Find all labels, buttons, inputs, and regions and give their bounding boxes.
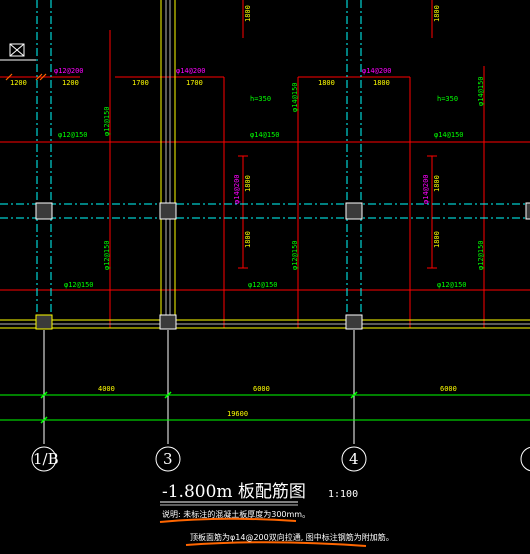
rebar-row1-c: φ14@150 — [434, 131, 464, 139]
rebar-vert-bot-1: φ12@150 — [103, 240, 111, 270]
cad-drawing — [0, 0, 530, 547]
dim-top-c: 1700 — [132, 79, 149, 87]
rebar-vert-top-1: φ12@150 — [103, 106, 111, 136]
dim-top-f: 1800 — [373, 79, 390, 87]
rebar-row1-b: φ14@150 — [250, 131, 280, 139]
rebar-top-1: φ12@200 — [54, 67, 84, 75]
rebar-vert-magenta-2: φ14@200 — [422, 174, 430, 204]
dim-vert-top-1: 1800 — [244, 5, 252, 22]
rebar-top-3: φ14@200 — [362, 67, 392, 75]
dim-top-a: 1200 — [10, 79, 27, 87]
drawing-canvas: 1200 1200 1700 1700 1800 1800 φ12@200 φ1… — [0, 0, 530, 554]
axis-bubbles — [31, 446, 530, 472]
wall-column — [0, 0, 530, 329]
rebar-vert-bot-3: φ12@150 — [477, 240, 485, 270]
rebar-vert-bot-2: φ12@150 — [291, 240, 299, 270]
drawing-note-1: 说明: 未标注的混凝土板厚度为300mm。 — [162, 510, 311, 519]
rebar-vert-top-2: φ14@150 — [291, 82, 299, 112]
thickness-label-1: h=350 — [250, 95, 272, 103]
red-rebar-lines — [0, 0, 530, 328]
dim-vert-top-2: 1800 — [433, 5, 441, 22]
span-dim-2: 6000 — [253, 385, 270, 393]
drawing-scale: 1:100 — [328, 489, 359, 500]
rebar-top-2: φ14@200 — [176, 67, 206, 75]
drawing-title: -1.800m 板配筋图 — [162, 482, 306, 502]
rebar-vert-magenta-1: φ14@200 — [233, 174, 241, 204]
dim-vert-bot-2: 1800 — [433, 231, 441, 248]
axis-lines — [43, 330, 355, 444]
dim-vert-mid-1: 1800 — [244, 175, 252, 192]
dim-vert-mid-2: 1800 — [433, 175, 441, 192]
axis-label-1b: 1/B — [33, 450, 59, 468]
bottom-dimension-lines — [0, 394, 530, 421]
dim-top-b: 1200 — [62, 79, 79, 87]
drawing-note-2: 顶板面筋为φ14@200双向拉通, 图中标注钢筋为附加筋。 — [190, 533, 394, 542]
rebar-row2-b: φ12@150 — [248, 281, 278, 289]
span-dim-3: 6000 — [440, 385, 457, 393]
top-left-detail — [0, 43, 36, 61]
rebar-row2-a: φ12@150 — [64, 281, 94, 289]
dimension-ticks — [40, 391, 358, 424]
rebar-row1-a: φ12@150 — [58, 131, 88, 139]
rebar-vert-top-3: φ14@150 — [477, 76, 485, 106]
dim-top-e: 1800 — [318, 79, 335, 87]
total-dim: 19600 — [227, 410, 249, 418]
axis-label-3: 3 — [163, 450, 173, 468]
rebar-row2-c: φ12@150 — [437, 281, 467, 289]
axis-label-4: 4 — [349, 450, 359, 468]
dim-top-d: 1700 — [186, 79, 203, 87]
dim-vert-bot-1: 1800 — [244, 231, 252, 248]
span-dim-1: 4000 — [98, 385, 115, 393]
thickness-label-2: h=350 — [437, 95, 459, 103]
